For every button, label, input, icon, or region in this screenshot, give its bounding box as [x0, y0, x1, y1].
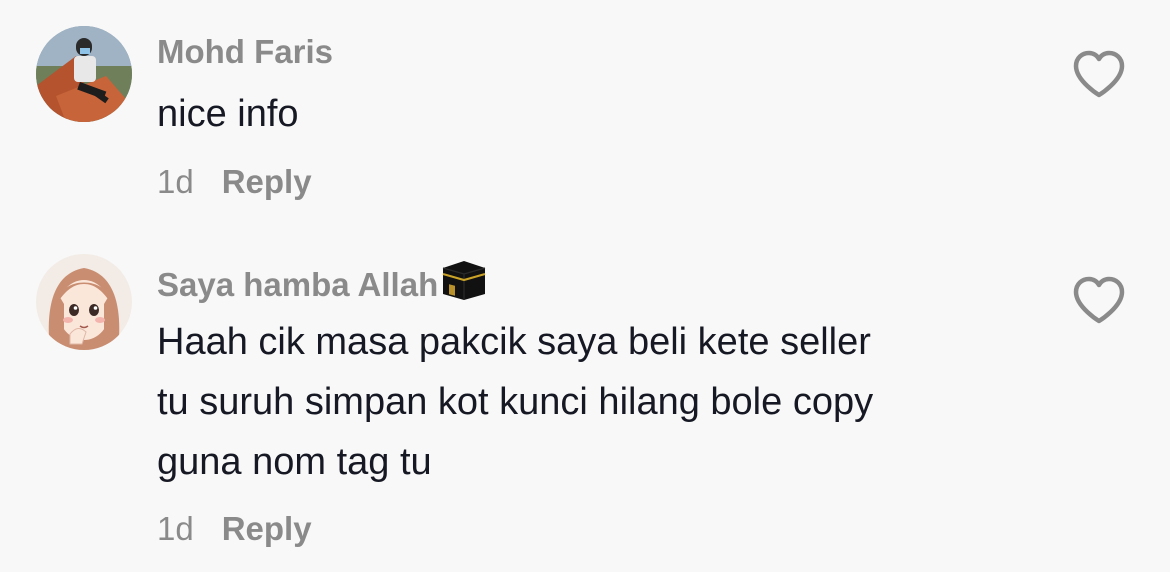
comment-timestamp: 1d	[157, 510, 194, 547]
comment-meta: 1d Reply	[157, 162, 312, 202]
like-button[interactable]	[1072, 50, 1126, 100]
username-text[interactable]: Saya hamba Allah	[157, 265, 438, 305]
comment-meta: 1d Reply	[157, 509, 312, 549]
comment-text: nice info	[157, 93, 299, 135]
avatar[interactable]	[36, 26, 132, 122]
comment-item: Mohd Faris nice info 1d Reply	[0, 0, 1170, 230]
anime-girl-avatar-icon	[36, 254, 132, 350]
comment-text: Haah cik masa pakcik saya beli kete sell…	[157, 321, 874, 483]
comment-username[interactable]: Mohd Faris	[157, 32, 333, 72]
comment-item: Saya hamba Allah Haah cik masa pakcik sa…	[0, 230, 1170, 572]
avatar[interactable]	[36, 254, 132, 350]
heart-outline-icon	[1073, 50, 1125, 98]
kaaba-icon	[440, 258, 488, 311]
heart-outline-icon	[1073, 276, 1125, 324]
username-text[interactable]: Mohd Faris	[157, 32, 333, 72]
photo-avatar-icon	[36, 26, 132, 122]
comment-timestamp: 1d	[157, 163, 194, 200]
comment-username[interactable]: Saya hamba Allah	[157, 258, 488, 311]
reply-button[interactable]: Reply	[222, 510, 312, 547]
like-button[interactable]	[1072, 276, 1126, 326]
reply-button[interactable]: Reply	[222, 163, 312, 200]
